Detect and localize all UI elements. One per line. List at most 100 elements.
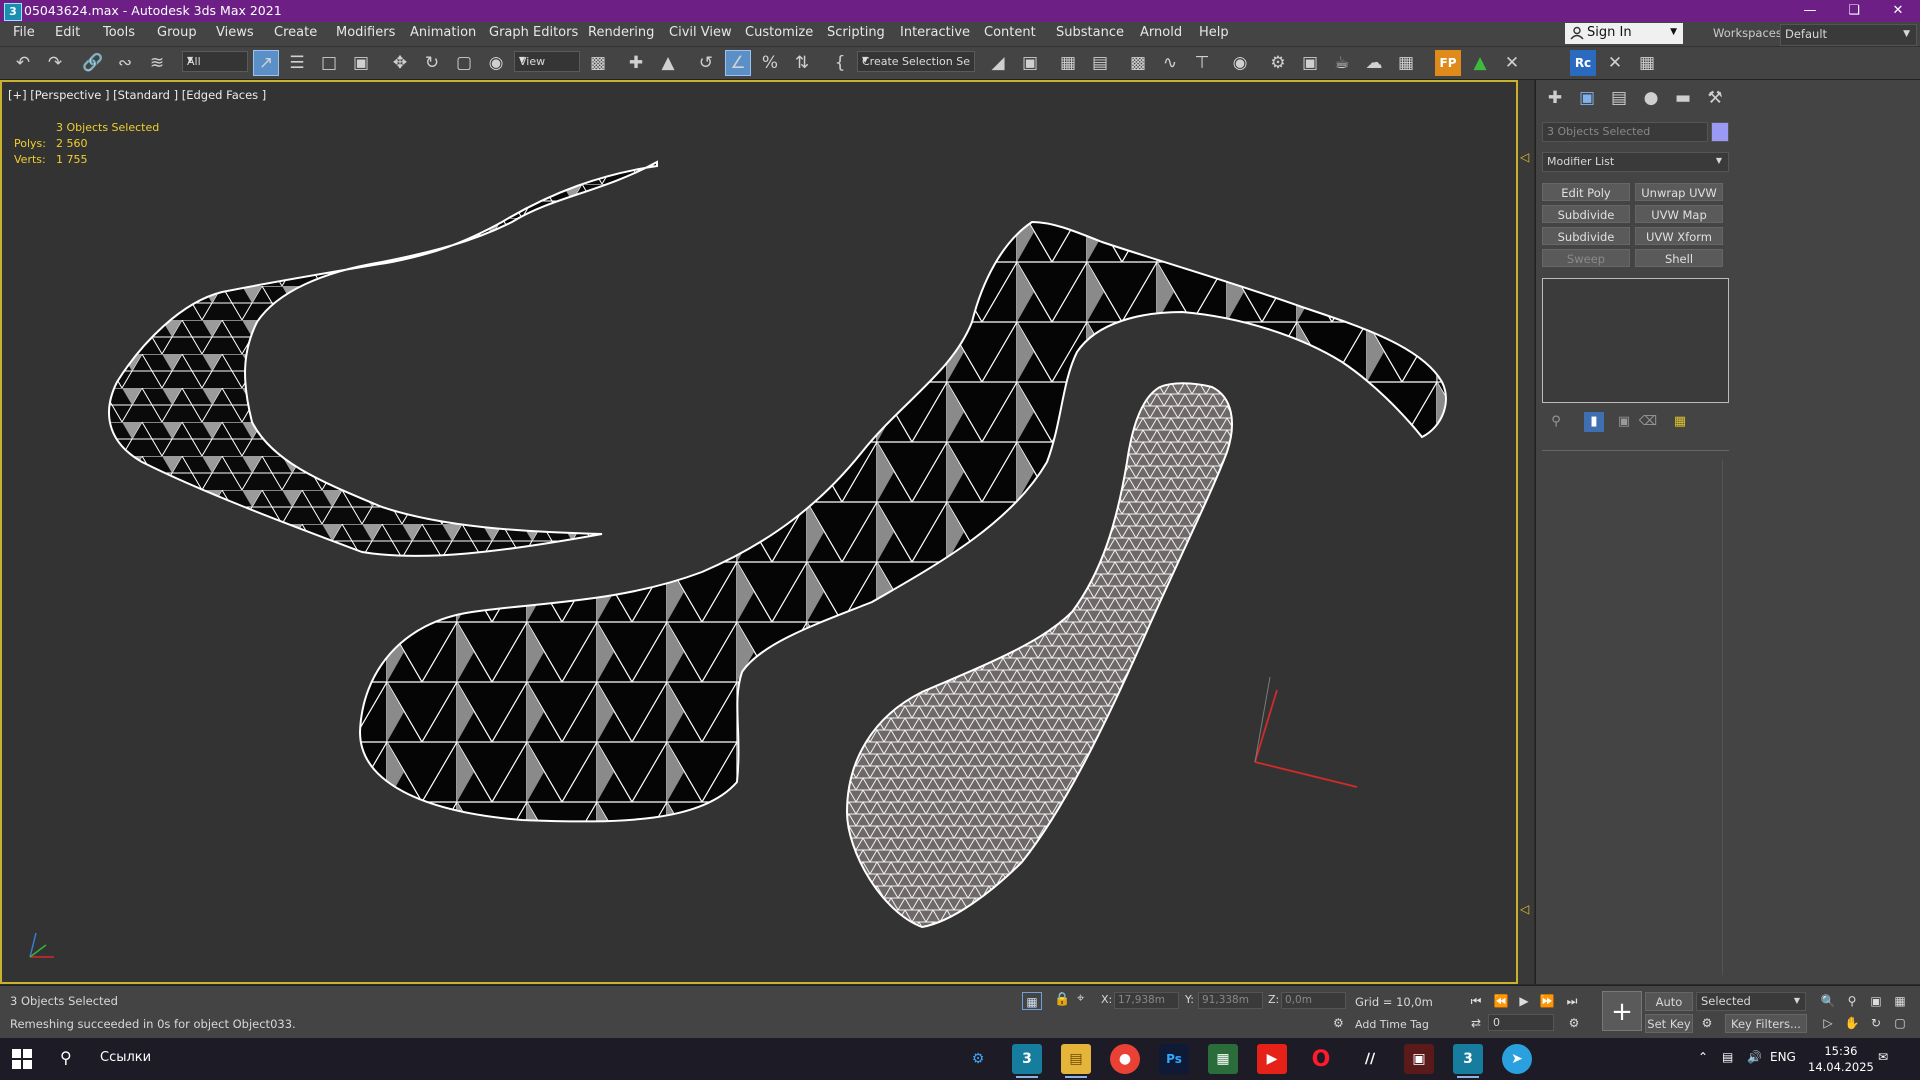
forest-pack-icon[interactable]: FP xyxy=(1435,50,1461,76)
panel-scroll-track[interactable] xyxy=(1722,460,1723,975)
placement-icon[interactable]: ◉ xyxy=(483,50,509,76)
zoom-icon[interactable]: 🔍 xyxy=(1818,991,1838,1011)
x-coordinate-field[interactable]: 17,938m xyxy=(1114,992,1179,1009)
menu-group[interactable]: Group xyxy=(157,25,197,40)
menu-animation[interactable]: Animation xyxy=(410,25,476,40)
spinner-snap-icon[interactable]: ⇅ xyxy=(789,50,815,76)
app-dark-red-icon[interactable]: ▣ xyxy=(1404,1044,1434,1074)
snaps-toggle-icon[interactable]: ↺ xyxy=(693,50,719,76)
uvw-xform-button[interactable]: UVW Xform xyxy=(1635,227,1723,245)
edit-named-selection-icon[interactable]: { xyxy=(827,50,853,76)
windows-start-icon[interactable] xyxy=(12,1049,32,1069)
taskbar-app-icon[interactable]: ⚙ xyxy=(963,1044,993,1074)
key-mode-toggle-icon[interactable]: ⇄ xyxy=(1466,1013,1486,1033)
restore-icon[interactable]: ❏ xyxy=(1832,0,1876,22)
menu-create[interactable]: Create xyxy=(274,25,317,40)
create-tab-icon[interactable]: ✚ xyxy=(1542,86,1568,110)
scene-explorer-icon[interactable]: ▦ xyxy=(1055,50,1081,76)
redo-icon[interactable]: ↷ xyxy=(42,50,68,76)
render-setup-icon[interactable]: ⚙ xyxy=(1265,50,1291,76)
window-crossing-icon[interactable]: ▣ xyxy=(348,50,374,76)
current-frame-field[interactable]: 0 xyxy=(1488,1014,1554,1031)
rendered-frame-window-icon[interactable]: ▣ xyxy=(1297,50,1323,76)
modifier-stack[interactable] xyxy=(1542,278,1729,403)
zoom-extents-icon[interactable]: ▣ xyxy=(1866,991,1886,1011)
workspace-dropdown[interactable]: Default ▼ xyxy=(1780,24,1917,46)
rectangular-selection-icon[interactable]: □ xyxy=(316,50,342,76)
menu-rendering[interactable]: Rendering xyxy=(588,25,654,40)
subdivide-button[interactable]: Subdivide xyxy=(1542,227,1630,245)
telegram-icon[interactable]: ➤ xyxy=(1502,1044,1532,1074)
menu-file[interactable]: File xyxy=(13,25,35,40)
notifications-icon[interactable]: ✉ xyxy=(1878,1050,1888,1064)
pivot-center-icon[interactable]: ▩ xyxy=(585,50,611,76)
a360-gallery-icon[interactable]: ▦ xyxy=(1393,50,1419,76)
add-time-tag[interactable]: Add Time Tag xyxy=(1355,1018,1429,1031)
railclone-tree-icon[interactable]: ▲ xyxy=(1467,50,1493,76)
remove-modifier-icon[interactable]: ⌫ xyxy=(1638,412,1658,432)
3ds-max-taskbar-icon[interactable]: 3 xyxy=(1012,1044,1042,1078)
modify-tab-icon[interactable]: ▣ xyxy=(1574,86,1600,110)
opera-icon[interactable]: O xyxy=(1306,1044,1336,1074)
render-production-icon[interactable]: ☕ xyxy=(1329,50,1355,76)
move-icon[interactable]: ✥ xyxy=(387,50,413,76)
percent-snap-icon[interactable]: % xyxy=(757,50,783,76)
search-icon[interactable]: ⚲ xyxy=(60,1048,72,1067)
reference-coordinate-dropdown[interactable]: View ▼ xyxy=(514,51,580,72)
layer-explorer-icon[interactable]: ▤ xyxy=(1087,50,1113,76)
perspective-viewport[interactable]: [+] [Perspective ] [Standard ] [Edged Fa… xyxy=(0,80,1518,984)
undo-icon[interactable]: ↶ xyxy=(10,50,36,76)
utilities-tab-icon[interactable]: ⚒ xyxy=(1702,86,1728,110)
pan-icon[interactable]: ✋ xyxy=(1842,1013,1862,1033)
keyboard-shortcut-override-icon[interactable]: ▲ xyxy=(655,50,681,76)
menu-help[interactable]: Help xyxy=(1199,25,1229,40)
display-tab-icon[interactable]: ▬ xyxy=(1670,86,1696,110)
selection-lock-icon[interactable]: ▦ xyxy=(1022,992,1042,1010)
select-object-icon[interactable]: ↗ xyxy=(253,50,279,76)
spreadsheet-icon[interactable]: ▦ xyxy=(1634,50,1660,76)
taskbar-search-text[interactable]: Ссылки xyxy=(100,1050,151,1065)
mesh-object-left-strip[interactable] xyxy=(108,160,658,557)
chrome-icon[interactable]: ● xyxy=(1110,1044,1140,1074)
curve-editor-icon[interactable]: ∿ xyxy=(1157,50,1183,76)
hierarchy-tab-icon[interactable]: ▤ xyxy=(1606,86,1632,110)
menu-interactive[interactable]: Interactive xyxy=(900,25,970,40)
volume-icon[interactable]: 🔊 xyxy=(1747,1050,1762,1064)
y-coordinate-field[interactable]: 91,338m xyxy=(1198,992,1263,1009)
menu-views[interactable]: Views xyxy=(216,25,254,40)
absolute-mode-icon[interactable]: ⌖ xyxy=(1077,991,1084,1006)
wrench-tools-icon[interactable]: ✕ xyxy=(1602,50,1628,76)
youtube-icon[interactable]: ▶ xyxy=(1257,1044,1287,1074)
motion-tab-icon[interactable]: ● xyxy=(1638,86,1664,110)
tray-language[interactable]: ENG xyxy=(1770,1050,1796,1064)
goto-end-icon[interactable]: ⏭ xyxy=(1562,991,1582,1011)
object-name-field[interactable]: 3 Objects Selected xyxy=(1542,122,1708,142)
subdivide-wsm-button[interactable]: Subdivide (WSM) xyxy=(1542,205,1630,240)
menu-tools[interactable]: Tools xyxy=(103,25,135,40)
selection-filter-dropdown[interactable]: All ▼ xyxy=(182,51,248,72)
key-selection-dropdown[interactable]: Selected ▼ xyxy=(1696,992,1806,1011)
link-icon[interactable]: 🔗 xyxy=(80,50,106,76)
orbit-icon[interactable]: ↻ xyxy=(1866,1013,1886,1033)
show-end-result-icon[interactable]: ▮ xyxy=(1584,412,1604,432)
close-icon[interactable]: ✕ xyxy=(1876,0,1920,22)
pin-stack-icon[interactable]: ⚲ xyxy=(1546,412,1566,432)
previous-frame-icon[interactable]: ⏪ xyxy=(1491,991,1511,1011)
taskbar-clock[interactable]: 15:36 14.04.2025 xyxy=(1808,1043,1874,1075)
3ds-max-active-icon[interactable]: 3 xyxy=(1453,1044,1483,1078)
app-icon[interactable]: 3 xyxy=(4,3,22,21)
menu-substance[interactable]: Substance xyxy=(1056,25,1124,40)
menu-civil-view[interactable]: Civil View xyxy=(669,25,732,40)
schematic-view-icon[interactable]: ⊤ xyxy=(1189,50,1215,76)
tray-chevron-up-icon[interactable]: ⌃ xyxy=(1698,1050,1708,1064)
select-by-name-icon[interactable]: ☰ xyxy=(284,50,310,76)
next-frame-icon[interactable]: ⏩ xyxy=(1537,991,1557,1011)
menu-graph-editors[interactable]: Graph Editors xyxy=(489,25,578,40)
set-keys-icon[interactable]: + xyxy=(1602,991,1642,1031)
object-color-swatch[interactable] xyxy=(1711,122,1729,142)
file-explorer-icon[interactable]: ▤ xyxy=(1061,1044,1091,1078)
configure-modifier-sets-icon[interactable]: ▦ xyxy=(1670,412,1690,432)
sweep-button[interactable]: Sweep xyxy=(1542,249,1630,267)
zoom-extents-all-icon[interactable]: ▦ xyxy=(1890,991,1910,1011)
photoshop-icon[interactable]: Ps xyxy=(1159,1044,1189,1074)
